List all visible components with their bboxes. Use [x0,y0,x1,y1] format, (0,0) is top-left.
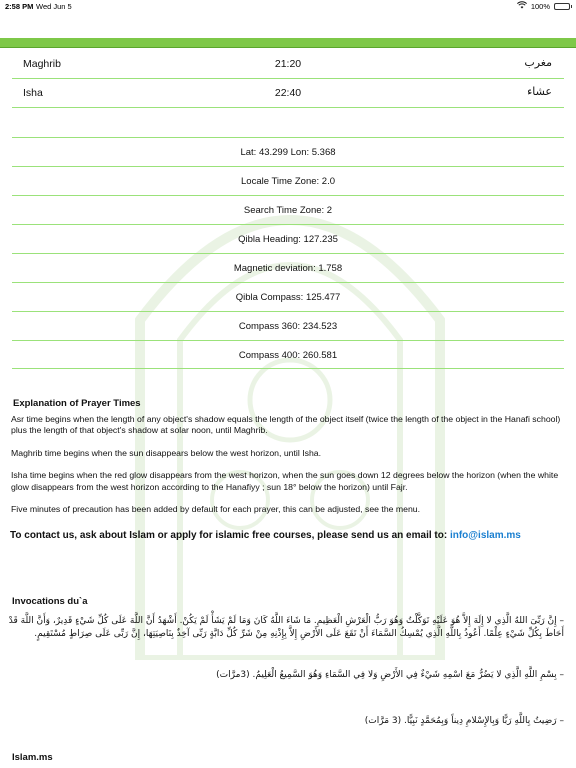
explanation-paragraph: Isha time begins when the red glow disap… [11,470,559,492]
location-info-list: Lat: 43.299 Lon: 5.368 Locale Time Zone:… [12,137,564,369]
invocations-section: Invocations du`a – إِنَّ رَبِّىَ اللهُ ا… [0,596,576,728]
info-qibla-compass: Qibla Compass: 125.477 [12,282,564,311]
prayer-time: 21:20 [274,58,302,70]
contact-text: To contact us, ask about Islam or apply … [10,530,450,541]
contact-email-link[interactable]: info@islam.ms [450,530,521,541]
info-qibla-heading: Qibla Heading: 127.235 [12,224,564,253]
status-bar: 2:58 PM Wed Jun 5 100% [0,0,576,13]
explanation-paragraph: Five minutes of precaution has been adde… [11,504,421,514]
info-compass-360: Compass 360: 234.523 [12,311,564,340]
status-right: 100% [516,1,572,11]
info-search-timezone: Search Time Zone: 2 [12,195,564,224]
prayer-time: 22:40 [274,87,302,99]
info-latlon: Lat: 43.299 Lon: 5.368 [12,137,564,166]
status-time: 2:58 PM [5,2,34,11]
prayer-row-maghrib: Maghrib 21:20 مغرب [12,50,564,79]
section-title: Explanation of Prayer Times [13,398,141,409]
info-magnetic-deviation: Magnetic deviation: 1.758 [12,253,564,282]
prayer-row-isha: Isha 22:40 عشاء [12,79,564,108]
explanation-paragraph: Maghrib time begins when the sun disappe… [11,447,322,458]
dua-text: – رَضِيتُ بِاللَّهِ رَبًّا وَبِالإِسْلام… [364,716,564,726]
battery-percent: 100% [530,1,550,11]
dua-text: – بِسْمِ اللَّهِ الَّذِي لا يَضُرُّ مَعَ… [216,670,564,680]
battery-icon [554,2,572,10]
explanation-section: Explanation of Prayer Times Asr time beg… [0,398,576,527]
dua-text: – إِنَّ رَبِّىَ اللهُ الَّذِي لا إِلَهَ … [8,616,564,639]
header-accent-bar [0,38,576,48]
explanation-paragraph: Asr time begins when the length of any o… [11,413,561,436]
info-locale-timezone: Locale Time Zone: 2.0 [12,166,564,195]
info-compass-400: Compass 400: 260.581 [12,340,564,369]
prayer-name-arabic: مغرب [524,56,552,69]
prayer-name-arabic: عشاء [527,85,552,98]
section-title: Invocations du`a [12,596,88,607]
prayer-times-table: Maghrib 21:20 مغرب Isha 22:40 عشاء [12,50,564,108]
wifi-icon [516,1,527,11]
footer-title: Islam.ms [12,752,53,763]
contact-line: To contact us, ask about Islam or apply … [10,530,521,541]
status-date: Wed Jun 5 [36,2,72,11]
